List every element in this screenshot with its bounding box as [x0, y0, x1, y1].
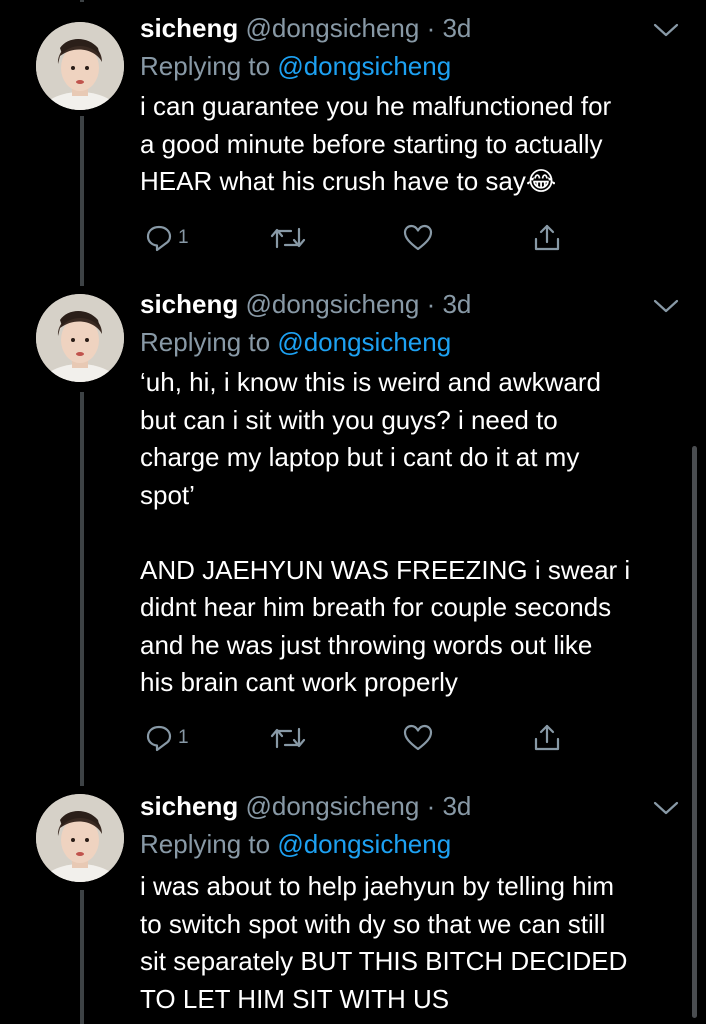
reply-button[interactable]: 1 — [144, 220, 189, 256]
username[interactable]: @dongsicheng — [245, 13, 419, 43]
heart-icon — [403, 724, 433, 751]
chevron-down-icon[interactable] — [652, 20, 680, 40]
tweet-text: i can guarantee you he malfunctioned for… — [140, 91, 612, 196]
like-button[interactable] — [402, 220, 434, 256]
reply-icon — [146, 225, 172, 252]
username[interactable]: @dongsicheng — [245, 791, 419, 821]
replying-to: Replying to @dongsicheng — [140, 326, 451, 358]
display-name[interactable]: sicheng — [140, 791, 238, 821]
chevron-down-icon[interactable] — [652, 798, 680, 818]
tweet[interactable]: sicheng @dongsicheng · 3d Replying to @d… — [0, 776, 706, 1024]
reply-count: 1 — [178, 227, 189, 248]
timeline: sicheng @dongsicheng · 3d Replying to @d… — [0, 0, 706, 1024]
display-name[interactable]: sicheng — [140, 289, 238, 319]
tweet[interactable]: sicheng @dongsicheng · 3d Replying to @d… — [0, 276, 706, 772]
reply-icon — [146, 725, 172, 752]
replying-to: Replying to @dongsicheng — [140, 50, 451, 82]
replying-to-label: Replying to — [140, 327, 271, 357]
avatar-image — [36, 294, 124, 382]
timestamp[interactable]: · 3d — [427, 791, 472, 821]
scrollbar[interactable] — [692, 446, 697, 1018]
share-icon — [534, 724, 560, 751]
mention-link[interactable]: @dongsicheng — [277, 51, 451, 81]
retweet-button[interactable] — [270, 220, 306, 256]
tweet-header: sicheng @dongsicheng · 3d — [140, 12, 471, 44]
display-name[interactable]: sicheng — [140, 13, 238, 43]
retweet-button[interactable] — [270, 720, 306, 756]
mention-link[interactable]: @dongsicheng — [277, 327, 451, 357]
avatar[interactable] — [36, 294, 124, 382]
reply-count: 1 — [178, 727, 189, 748]
timestamp[interactable]: · 3d — [427, 289, 472, 319]
retweet-icon — [270, 727, 306, 749]
reply-button[interactable]: 1 — [144, 720, 189, 756]
avatar[interactable] — [36, 22, 124, 110]
chevron-down-icon[interactable] — [652, 296, 680, 316]
tweet[interactable]: sicheng @dongsicheng · 3d Replying to @d… — [0, 0, 706, 290]
share-button[interactable] — [532, 220, 562, 256]
tweet-header: sicheng @dongsicheng · 3d — [140, 288, 471, 320]
replying-to-label: Replying to — [140, 829, 271, 859]
username[interactable]: @dongsicheng — [245, 289, 419, 319]
timestamp[interactable]: · 3d — [427, 13, 472, 43]
avatar[interactable] — [36, 794, 124, 882]
tweet-text: i was about to help jaehyun by telling h… — [140, 871, 628, 1014]
replying-to-label: Replying to — [140, 51, 271, 81]
tweet-header: sicheng @dongsicheng · 3d — [140, 790, 471, 822]
share-button[interactable] — [532, 720, 562, 756]
tweet-text: ‘uh, hi, i know this is weird and awkwar… — [140, 367, 631, 697]
avatar-image — [36, 22, 124, 110]
retweet-icon — [270, 227, 306, 249]
mention-link[interactable]: @dongsicheng — [277, 829, 451, 859]
replying-to: Replying to @dongsicheng — [140, 828, 451, 860]
like-button[interactable] — [402, 720, 434, 756]
share-icon — [534, 224, 560, 251]
heart-icon — [403, 224, 433, 251]
avatar-image — [36, 794, 124, 882]
